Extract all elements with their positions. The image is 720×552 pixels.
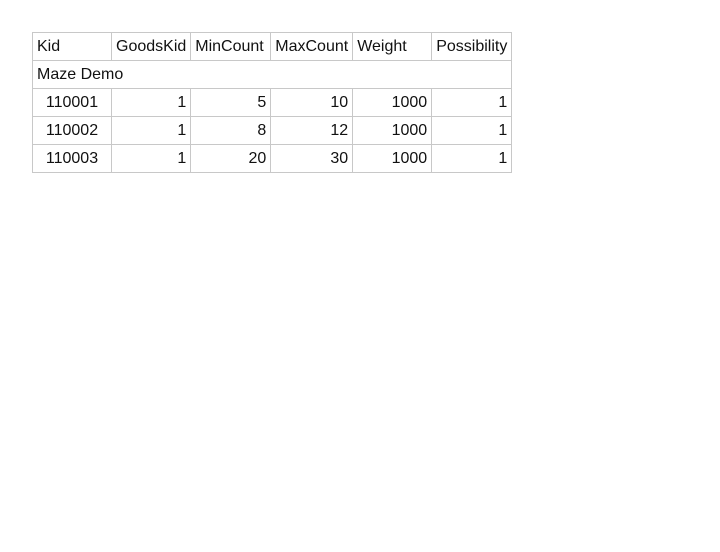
header-cell-possibility[interactable]: Possibility <box>431 32 513 61</box>
data-table: Kid GoodsKid MinCount MaxCount Weight Po… <box>31 32 513 173</box>
cell-mincount[interactable]: 20 <box>190 144 272 173</box>
header-cell-mincount[interactable]: MinCount <box>190 32 272 61</box>
cell-goodskid[interactable]: 1 <box>110 144 192 173</box>
cell-kid[interactable]: 110003 <box>32 144 112 173</box>
cell-possibility[interactable]: 1 <box>431 144 513 173</box>
cell-maxcount[interactable]: 12 <box>270 116 354 145</box>
cell-maxcount[interactable]: 30 <box>270 144 354 173</box>
cell-kid[interactable]: 110002 <box>32 116 112 145</box>
header-cell-weight[interactable]: Weight <box>352 32 433 61</box>
header-cell-maxcount[interactable]: MaxCount <box>270 32 354 61</box>
table-row: 110002 1 8 12 1000 1 <box>32 116 513 145</box>
cell-possibility[interactable]: 1 <box>431 116 513 145</box>
cell-weight[interactable]: 1000 <box>352 116 433 145</box>
cell-mincount[interactable]: 8 <box>190 116 272 145</box>
table-row: 110003 1 20 30 1000 1 <box>32 144 513 173</box>
cell-goodskid[interactable]: 1 <box>110 88 192 117</box>
cell-possibility[interactable]: 1 <box>431 88 513 117</box>
header-row: Kid GoodsKid MinCount MaxCount Weight Po… <box>32 32 513 61</box>
cell-kid[interactable]: 110001 <box>32 88 112 117</box>
header-cell-goodskid[interactable]: GoodsKid <box>110 32 192 61</box>
cell-weight[interactable]: 1000 <box>352 88 433 117</box>
group-row: Maze Demo <box>31 60 513 89</box>
group-label-cell[interactable]: Maze Demo <box>31 60 513 89</box>
cell-weight[interactable]: 1000 <box>352 144 433 173</box>
cell-goodskid[interactable]: 1 <box>110 116 192 145</box>
cell-maxcount[interactable]: 10 <box>270 88 354 117</box>
header-cell-kid[interactable]: Kid <box>32 32 112 61</box>
table-row: 110001 1 5 10 1000 1 <box>32 88 513 117</box>
cell-mincount[interactable]: 5 <box>190 88 272 117</box>
